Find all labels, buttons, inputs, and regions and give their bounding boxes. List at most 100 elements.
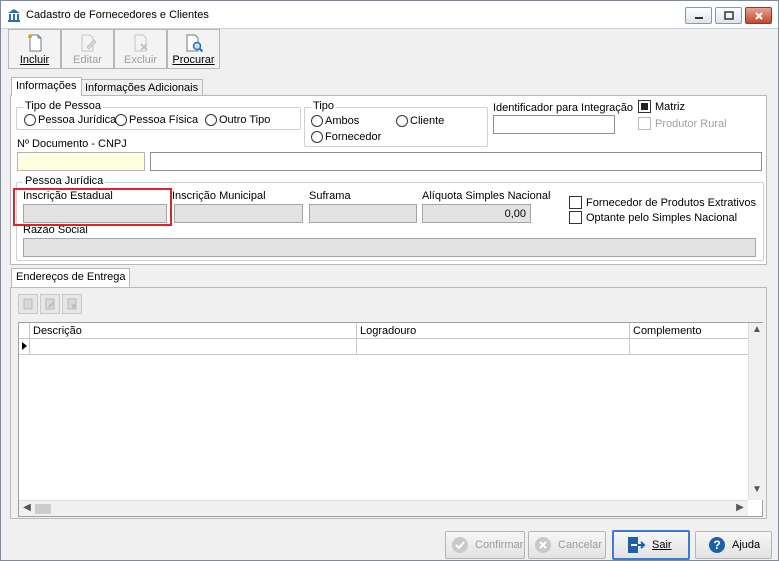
radio-label: Ambos xyxy=(325,115,360,127)
excluir-label: Excluir xyxy=(123,54,157,66)
tipo-pessoa-group: Tipo de Pessoa Pessoa Jurídica Pessoa Fí… xyxy=(16,100,301,130)
sair-button[interactable]: Sair xyxy=(612,530,690,560)
cancelar-button[interactable]: Cancelar xyxy=(528,531,606,559)
grid-add-button[interactable] xyxy=(18,294,38,314)
tab-informacoes[interactable]: Informações xyxy=(11,77,82,96)
exit-icon xyxy=(628,537,646,553)
procurar-label: Procurar xyxy=(172,54,215,66)
radio-fornecedor[interactable]: Fornecedor xyxy=(311,131,381,143)
fornecedor-extrativos-checkbox[interactable]: Fornecedor de Produtos Extrativos xyxy=(569,196,756,209)
radio-label: Pessoa Física xyxy=(129,114,199,126)
edit-document-icon xyxy=(81,34,97,52)
radio-circle xyxy=(115,114,127,126)
inscricao-municipal-label: Inscrição Municipal xyxy=(172,190,266,202)
checkbox-box xyxy=(569,211,582,224)
radio-ambos[interactable]: Ambos xyxy=(311,115,359,127)
row-indicator xyxy=(19,339,30,355)
optante-simples-label: Optante pelo Simples Nacional xyxy=(586,211,738,224)
horizontal-scroll-thumb[interactable] xyxy=(35,504,51,514)
table-cell-complemento[interactable] xyxy=(630,339,748,355)
ajuda-label: Ajuda xyxy=(732,539,761,551)
horizontal-scrollbar[interactable]: ◀ ▶ xyxy=(19,500,748,516)
search-document-icon xyxy=(186,34,203,53)
radio-label: Outro Tipo xyxy=(219,114,271,126)
radio-outro-tipo[interactable]: Outro Tipo xyxy=(205,114,270,126)
enderecos-panel: Descrição Logradouro Complemento ▲ ▼ ◀ ▶ xyxy=(10,287,767,519)
editar-button[interactable]: Editar xyxy=(61,29,114,69)
table-cell-descricao[interactable] xyxy=(30,339,357,355)
grid-indicator-header xyxy=(19,323,30,339)
incluir-button[interactable]: Incluir xyxy=(8,29,61,69)
help-icon: ? xyxy=(709,537,725,553)
grid-header-complemento[interactable]: Complemento xyxy=(630,323,748,339)
radio-label: Pessoa Jurídica xyxy=(38,114,117,126)
check-circle-icon xyxy=(452,537,468,553)
procurar-button[interactable]: Procurar xyxy=(167,29,220,69)
tab-informacoes-adicionais[interactable]: Informações Adicionais xyxy=(80,79,204,96)
excluir-button[interactable]: Excluir xyxy=(114,29,167,69)
documento-name-input[interactable] xyxy=(150,152,762,171)
matriz-label: Matriz xyxy=(655,100,685,113)
grid-header-descricao[interactable]: Descrição xyxy=(30,323,357,339)
edit-row-icon xyxy=(45,298,55,310)
highlight-box xyxy=(13,188,172,226)
ajuda-button[interactable]: ? Ajuda xyxy=(695,531,772,559)
radio-circle xyxy=(311,131,323,143)
main-window: Cadastro de Fornecedores e Clientes Incl… xyxy=(0,0,779,561)
radio-circle xyxy=(396,115,408,127)
suframa-label: Suframa xyxy=(309,190,351,202)
cancel-circle-icon xyxy=(535,537,551,553)
aliquota-input[interactable] xyxy=(422,204,531,223)
grid-header-logradouro[interactable]: Logradouro xyxy=(357,323,630,339)
integracao-input[interactable] xyxy=(493,115,615,134)
tab-enderecos-entrega[interactable]: Endereços de Entrega xyxy=(11,268,131,287)
pessoa-juridica-title: Pessoa Jurídica xyxy=(23,175,106,187)
svg-text:?: ? xyxy=(713,538,720,552)
sair-label: Sair xyxy=(652,539,672,551)
vertical-scrollbar[interactable]: ▲ ▼ xyxy=(748,323,763,500)
confirmar-label: Confirmar xyxy=(475,539,524,551)
tipo-pessoa-title: Tipo de Pessoa xyxy=(23,100,104,112)
delete-row-icon xyxy=(67,298,77,310)
tipo-title: Tipo xyxy=(311,100,336,112)
scroll-left-icon[interactable]: ◀ xyxy=(19,502,35,513)
scroll-up-icon[interactable]: ▲ xyxy=(749,324,765,335)
radio-circle xyxy=(24,114,36,126)
optante-simples-checkbox[interactable]: Optante pelo Simples Nacional xyxy=(569,211,737,224)
row-pointer-icon xyxy=(22,342,27,350)
scroll-down-icon[interactable]: ▼ xyxy=(749,484,765,495)
produtor-rural-checkbox[interactable]: Produtor Rural xyxy=(638,117,727,130)
table-cell-logradouro[interactable] xyxy=(357,339,630,355)
editar-label: Editar xyxy=(73,54,102,66)
main-toolbar: Incluir Editar Excluir Procurar xyxy=(8,29,221,69)
delete-document-icon xyxy=(134,34,148,52)
grid-toolbar xyxy=(18,294,82,314)
radio-pessoa-juridica[interactable]: Pessoa Jurídica xyxy=(24,114,116,126)
radio-pessoa-fisica[interactable]: Pessoa Física xyxy=(115,114,198,126)
radio-circle xyxy=(205,114,217,126)
checkbox-box xyxy=(638,117,651,130)
inscricao-municipal-input[interactable] xyxy=(174,204,303,223)
new-document-icon xyxy=(27,34,41,52)
minimize-button[interactable] xyxy=(685,7,712,24)
cnpj-input[interactable] xyxy=(17,152,145,171)
radio-label: Fornecedor xyxy=(325,131,382,143)
minimize-icon xyxy=(694,16,703,19)
fornecedor-extrativos-label: Fornecedor de Produtos Extrativos xyxy=(586,196,756,209)
informacoes-panel: Tipo de Pessoa Pessoa Jurídica Pessoa Fí… xyxy=(10,95,767,265)
add-row-icon xyxy=(23,298,33,310)
maximize-button[interactable] xyxy=(715,7,742,24)
radio-cliente[interactable]: Cliente xyxy=(396,115,444,127)
checkbox-box xyxy=(638,100,651,113)
confirmar-button[interactable]: Confirmar xyxy=(445,531,525,559)
grid-edit-button[interactable] xyxy=(40,294,60,314)
grid-delete-button[interactable] xyxy=(62,294,82,314)
enderecos-grid: Descrição Logradouro Complemento ▲ ▼ ◀ ▶ xyxy=(18,322,763,517)
suframa-input[interactable] xyxy=(309,204,417,223)
matriz-checkbox[interactable]: Matriz xyxy=(638,100,685,113)
building-icon xyxy=(8,9,20,22)
razao-social-input[interactable] xyxy=(23,238,756,257)
close-button[interactable] xyxy=(745,7,772,24)
radio-label: Cliente xyxy=(410,115,445,127)
scroll-right-icon[interactable]: ▶ xyxy=(732,502,748,513)
